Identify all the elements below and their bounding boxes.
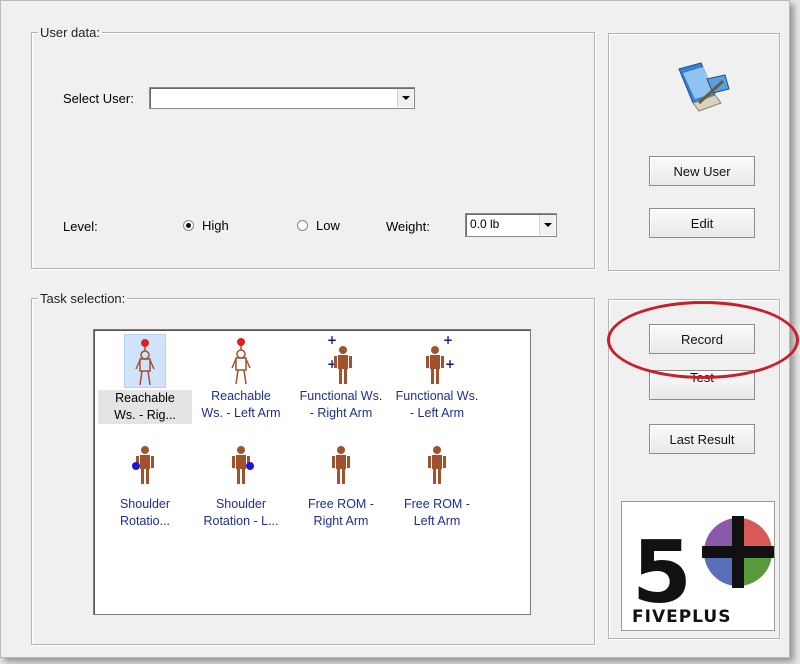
task-item[interactable]: + + Functional Ws. - Right Arm — [294, 334, 388, 422]
chevron-down-icon[interactable] — [397, 89, 413, 107]
level-low-radio[interactable]: Low — [297, 218, 340, 233]
radio-checked-icon[interactable] — [183, 220, 194, 231]
task-label: Reachable Ws. - Rig... — [98, 390, 192, 424]
weight-label: Weight: — [386, 219, 430, 234]
svg-text:+: + — [445, 357, 455, 371]
reach-right-figure-icon — [124, 334, 166, 388]
functional-left-figure-icon: + + — [426, 334, 455, 384]
level-high-label: High — [202, 218, 229, 233]
fiveplus-logo: 5 FIVEPLUS — [621, 501, 775, 631]
record-highlight-annotation — [607, 301, 799, 379]
select-user-dropdown[interactable] — [149, 87, 415, 109]
last-result-button[interactable]: Last Result — [649, 424, 755, 454]
task-item[interactable]: Free ROM - Left Arm — [390, 442, 484, 530]
main-window: User data: Select User: Level: High Low … — [0, 0, 799, 658]
task-label: Shoulder Rotation - L... — [203, 497, 279, 528]
task-item[interactable]: Shoulder Rotation - L... — [194, 442, 288, 530]
task-label: Functional Ws. - Left Arm — [395, 389, 479, 420]
radio-unchecked-icon[interactable] — [297, 220, 308, 231]
new-user-button[interactable]: New User — [649, 156, 755, 186]
level-label: Level: — [63, 219, 98, 234]
task-item[interactable]: Reachable Ws. - Left Arm — [194, 334, 288, 422]
task-item[interactable]: Shoulder Rotatio... — [98, 442, 192, 530]
free-rom-left-figure-icon — [428, 446, 446, 484]
user-book-icon — [678, 62, 730, 112]
svg-text:+: + — [327, 334, 337, 347]
weight-value: 0.0 lb — [470, 217, 500, 231]
functional-right-figure-icon: + + — [327, 334, 352, 384]
fiveplus-logo-graphic: 5 FIVEPLUS — [632, 516, 774, 627]
weight-dropdown[interactable]: 0.0 lb — [465, 213, 557, 237]
level-low-label: Low — [316, 218, 340, 233]
free-rom-right-figure-icon — [332, 446, 350, 484]
task-label: Shoulder Rotatio... — [119, 497, 171, 528]
task-label: Reachable Ws. - Left Arm — [201, 389, 281, 420]
reach-left-figure-icon — [231, 338, 251, 385]
logo-text: FIVEPLUS — [632, 607, 731, 627]
task-item[interactable]: Free ROM - Right Arm — [294, 442, 388, 530]
edit-button[interactable]: Edit — [649, 208, 755, 238]
task-list[interactable]: Reachable Ws. - Rig... Reachable Ws. - L… — [93, 329, 531, 615]
task-label: Free ROM - Left Arm — [404, 497, 470, 528]
shoulder-left-figure-icon — [232, 446, 254, 484]
level-high-radio[interactable]: High — [183, 218, 229, 233]
task-item[interactable]: + + Functional Ws. - Left Arm — [390, 334, 484, 422]
select-user-label: Select User: — [63, 91, 134, 106]
chevron-down-icon[interactable] — [539, 215, 555, 235]
task-item[interactable]: Reachable Ws. - Rig... — [98, 334, 192, 424]
user-data-legend: User data: — [40, 25, 100, 40]
task-label: Free ROM - Right Arm — [308, 497, 374, 528]
task-selection-legend: Task selection: — [40, 291, 126, 306]
task-label: Functional Ws. - Right Arm — [299, 389, 383, 420]
svg-text:+: + — [443, 334, 453, 347]
shoulder-right-figure-icon — [132, 446, 154, 484]
